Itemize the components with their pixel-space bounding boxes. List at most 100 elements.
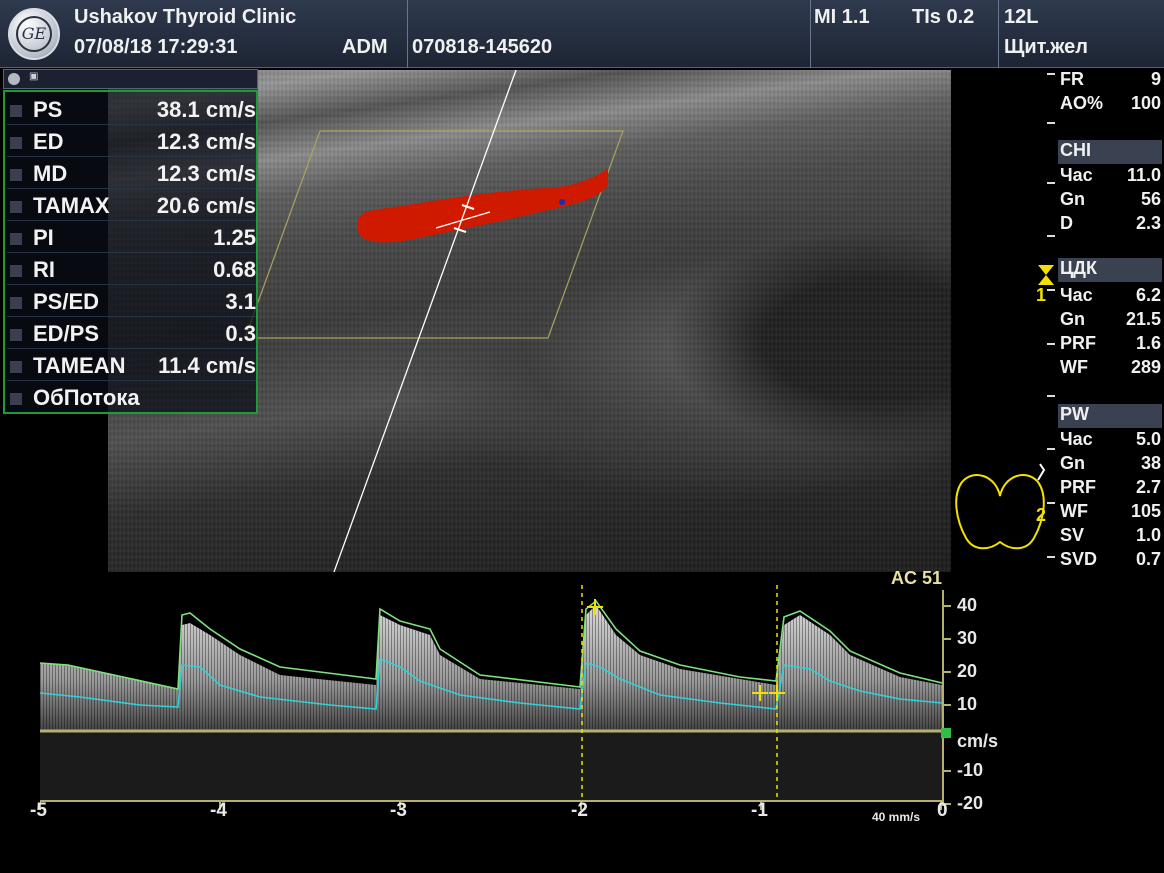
measurement-label: PS [33, 97, 63, 122]
param-label: Час [1060, 285, 1093, 305]
param-label: WF [1060, 501, 1088, 521]
depth-tick [1047, 448, 1055, 450]
param-value: 2.7 [1135, 477, 1161, 497]
param-value: 56 [1140, 189, 1161, 209]
param-label: PRF [1060, 333, 1096, 353]
y-tick-40: 40 [957, 595, 978, 615]
param-value: 2.3 [1135, 213, 1161, 233]
measurement-row-pi[interactable]: PI 1.25 [7, 222, 256, 253]
measurement-row-ed-ps[interactable]: ED/PS 0.3 [7, 318, 256, 349]
measurement-row-ri[interactable]: RI 0.68 [7, 254, 256, 285]
param-label: Gn [1060, 453, 1085, 473]
param-pw-wf: WF 105 [1060, 501, 1161, 523]
param-label: FR [1060, 69, 1084, 89]
measurement-label: MD [33, 161, 68, 186]
spectral-doppler-trace[interactable] [40, 585, 942, 801]
param-label: SVD [1060, 549, 1098, 569]
param-pw-gain: Gn 38 [1060, 453, 1161, 475]
param-value: 0.7 [1135, 549, 1161, 569]
measure-icon: ▣ [29, 71, 39, 82]
param-label: AO% [1060, 93, 1104, 113]
measurement-row-tamax[interactable]: TAMAX 20.6 cm/s [7, 190, 256, 221]
param-value: 11.0 [1126, 165, 1161, 185]
measurement-panel-header[interactable]: ▣ [3, 69, 258, 89]
param-chi-depth: D 2.3 [1060, 213, 1161, 235]
x-tick-minus4: -4 [210, 800, 227, 821]
param-fr: FR 9 [1060, 69, 1161, 91]
y-tick-10: 10 [957, 694, 978, 714]
param-cdk-gain: Gn 21.5 [1060, 309, 1161, 331]
measurement-value: 12.3 cm/s [156, 161, 256, 186]
depth-tick [1047, 182, 1055, 184]
section-chi[interactable]: CHI [1058, 140, 1162, 164]
operator-id: ADM [342, 36, 388, 58]
row-marker [10, 297, 22, 309]
measurement-row-md[interactable]: MD 12.3 cm/s [7, 158, 256, 189]
measurement-row-ed[interactable]: ED 12.3 cm/s [7, 126, 256, 157]
tis-index: TIs 0.2 [912, 6, 975, 28]
depth-tick [1047, 73, 1055, 75]
param-label: Час [1060, 165, 1093, 185]
row-marker [10, 201, 22, 213]
param-label: Gn [1060, 189, 1085, 209]
sweep-speed: 40 mm/s [872, 810, 921, 824]
measurement-value: 12.3 cm/s [156, 129, 256, 154]
row-marker [10, 105, 22, 117]
param-value: 1.6 [1135, 333, 1161, 353]
x-tick-minus2: -2 [571, 800, 588, 821]
param-pw-svd: SVD 0.7 [1060, 549, 1161, 571]
measurement-label: TAMAX [33, 193, 110, 218]
param-value: 38 [1140, 453, 1161, 473]
y-tick-minus10: -10 [957, 760, 984, 780]
measurement-label: PI [33, 225, 54, 250]
y-axis-unit: cm/s [957, 731, 999, 751]
depth-tick [1047, 289, 1055, 291]
x-tick-0: 0 [937, 800, 948, 821]
param-label: D [1060, 213, 1073, 233]
measurement-value: 3.1 [225, 289, 256, 314]
mi-index: MI 1.1 [814, 6, 870, 28]
measurement-label: ED [33, 129, 64, 154]
section-cdk[interactable]: ЦДК [1058, 258, 1162, 282]
measurement-label: RI [33, 257, 55, 282]
section-pw[interactable]: PW [1058, 404, 1162, 428]
exam-datetime: 07/08/18 17:29:31 [74, 36, 238, 58]
param-chi-freq: Час 11.0 [1060, 165, 1161, 187]
measurement-row-ps-ed[interactable]: PS/ED 3.1 [7, 286, 256, 317]
param-label: SV [1060, 525, 1085, 545]
param-cdk-prf: PRF 1.6 [1060, 333, 1161, 355]
measurement-value: 20.6 cm/s [156, 193, 256, 218]
measurement-row-ps[interactable]: PS 38.1 cm/s [7, 94, 256, 125]
hourglass-icon [1036, 264, 1056, 286]
measurement-row-tamean[interactable]: TAMEAN 11.4 cm/s [7, 350, 256, 381]
param-pw-freq: Час 5.0 [1060, 429, 1161, 451]
ge-logo-icon: GE [8, 8, 60, 60]
param-value: 1.0 [1135, 525, 1161, 545]
row-marker [10, 137, 22, 149]
param-value: 105 [1130, 501, 1161, 521]
param-ao: AO% 100 [1060, 93, 1161, 115]
thyroid-bodymark-icon [952, 458, 1052, 558]
doppler-blue-spot [559, 199, 565, 205]
y-tick-20: 20 [957, 661, 978, 681]
depth-tick [1047, 343, 1055, 345]
y-tick-minus20: -20 [957, 793, 984, 813]
x-tick-minus1: -1 [751, 800, 768, 821]
row-marker [10, 233, 22, 245]
measurement-label: TAMEAN [33, 353, 126, 378]
time-axis [40, 800, 942, 810]
panel-toggle-icon[interactable] [8, 73, 20, 85]
row-marker [10, 393, 22, 405]
param-value: 9 [1150, 69, 1161, 89]
row-marker [10, 169, 22, 181]
param-value: 6.2 [1135, 285, 1161, 305]
x-tick-minus5: -5 [30, 800, 47, 821]
spectral-svg [40, 585, 942, 801]
ac-label: AC 51 [891, 568, 943, 588]
row-marker [10, 361, 22, 373]
param-cdk-freq: Час 6.2 [1060, 285, 1161, 307]
spectrum-streaks [40, 585, 942, 731]
param-value: 5.0 [1135, 429, 1161, 449]
measurement-row-volume-flow[interactable]: ОбПотока [7, 382, 256, 413]
param-chi-gain: Gn 56 [1060, 189, 1161, 211]
